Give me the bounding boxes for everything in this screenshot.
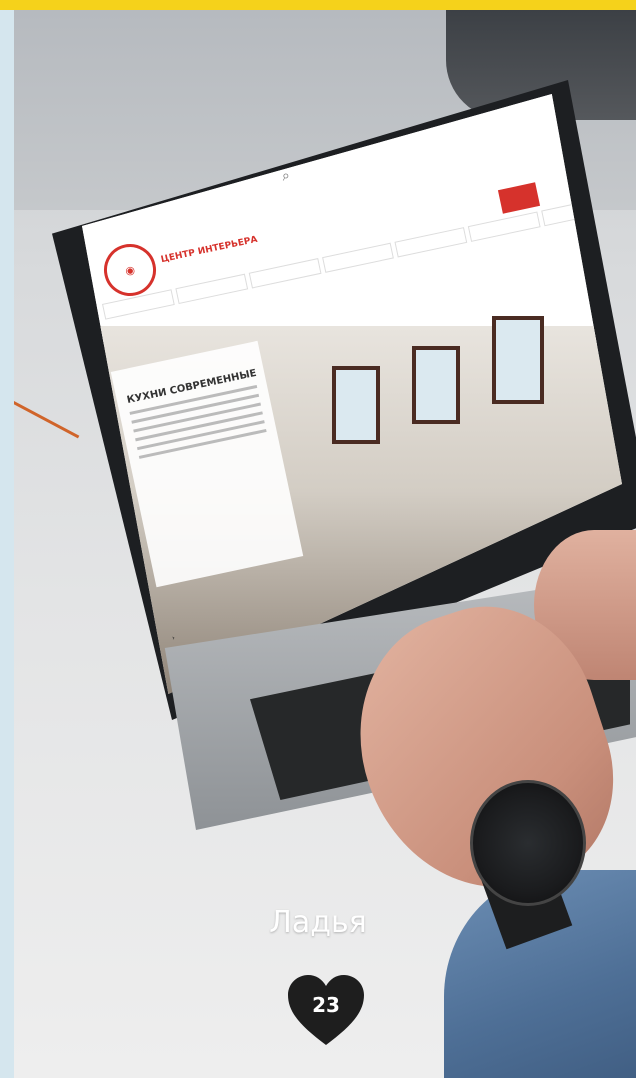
site-cta-button bbox=[497, 182, 541, 214]
kitchen-window bbox=[332, 366, 380, 444]
search-icon: ⌕ bbox=[280, 167, 292, 185]
heart-badge-number: 23 bbox=[312, 993, 340, 1017]
site-nav-item bbox=[175, 273, 248, 305]
site-logo-text: ЦЕНТР ИНТЕРЬЕРА bbox=[160, 234, 259, 266]
caption-title: Ладья bbox=[269, 905, 367, 940]
site-nav-item bbox=[394, 227, 468, 258]
site-logo-icon: ◉ bbox=[99, 239, 161, 301]
top-color-strip bbox=[0, 0, 636, 10]
wristwatch bbox=[470, 780, 586, 906]
site-nav-item bbox=[248, 258, 322, 289]
kitchen-window bbox=[412, 346, 460, 424]
orange-cable bbox=[14, 398, 80, 439]
site-nav-item bbox=[468, 211, 541, 242]
site-nav-item bbox=[321, 242, 395, 273]
heart-badge: 23 bbox=[288, 975, 364, 1047]
kitchen-mirror bbox=[492, 316, 544, 404]
